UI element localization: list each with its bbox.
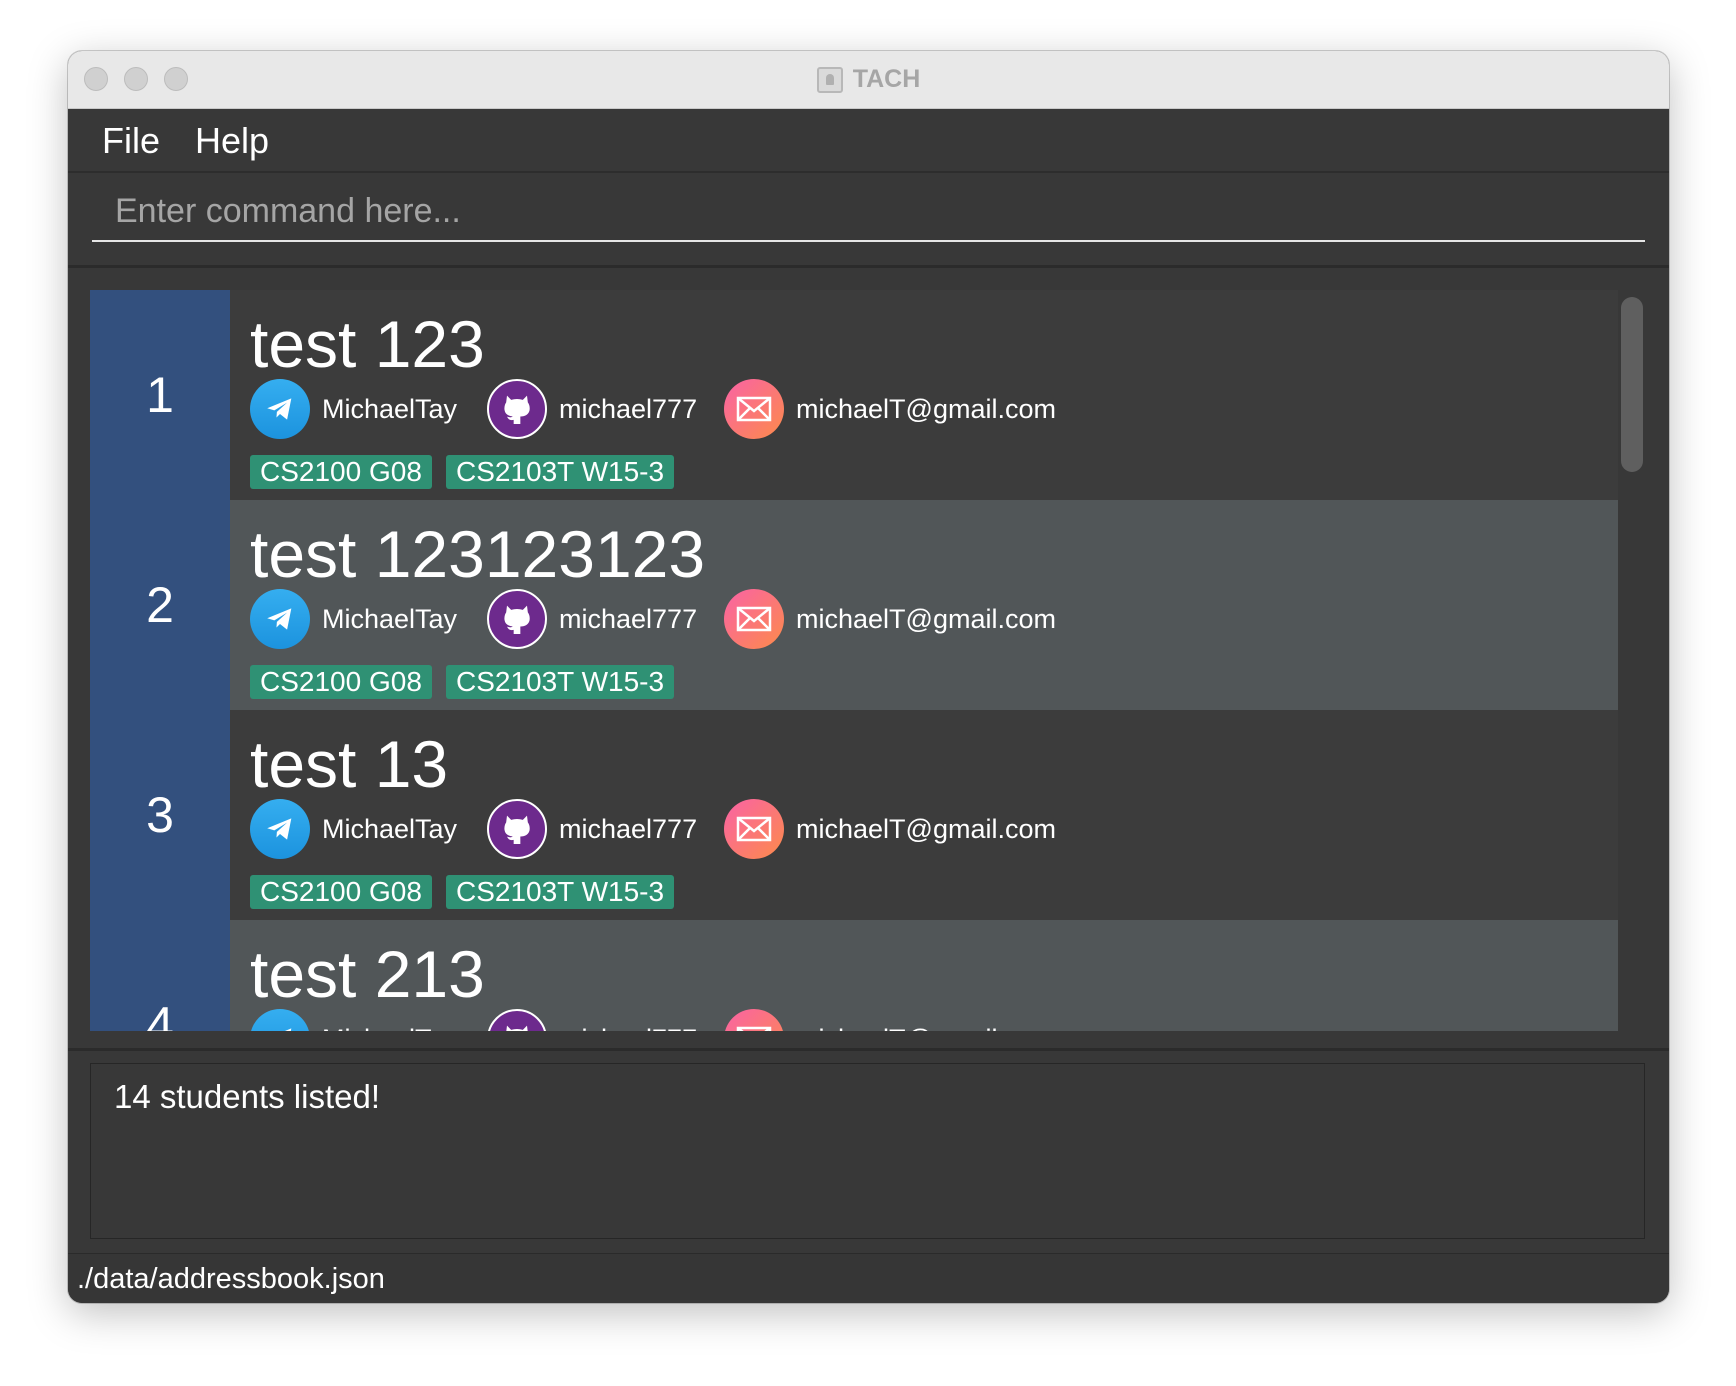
telegram-handle: MichaelTay (322, 813, 458, 844)
menu-help[interactable]: Help (195, 109, 269, 173)
student-card[interactable]: 1 test 123 MichaelTay michael777 michaelT@gm… (90, 290, 1618, 500)
student-name: test 123123123 (250, 517, 706, 591)
email-icon (724, 1009, 784, 1031)
scrollbar-thumb[interactable] (1621, 297, 1643, 472)
email-address: michaelT@gmail.com (796, 1024, 1056, 1032)
email-contact: michaelT@gmail.com (724, 1009, 1056, 1031)
student-index: 1 (90, 290, 230, 500)
save-file-path: ./data/addressbook.json (77, 1263, 385, 1295)
menu-file[interactable]: File (102, 109, 160, 173)
person-card-icon (816, 66, 843, 93)
telegram-icon (250, 379, 310, 439)
status-bar: ./data/addressbook.json (68, 1253, 1669, 1303)
telegram-icon (250, 799, 310, 859)
github-contact: michael777 (487, 1009, 697, 1031)
github-username: michael777 (559, 603, 698, 634)
telegram-contact: MichaelTay (250, 799, 457, 859)
telegram-handle: MichaelTay (322, 393, 458, 424)
student-card[interactable]: 2 test 123123123 MichaelTay michael777 micha… (90, 500, 1618, 710)
email-contact: michaelT@gmail.com (724, 799, 1056, 859)
tag: CS2103T W15-3 (446, 875, 675, 909)
github-username: michael777 (559, 813, 698, 844)
app-window: TACH File Help 1 test 123 MichaelTay michae… (68, 51, 1669, 1303)
github-contact: michael777 (487, 589, 697, 649)
github-username: michael777 (559, 393, 698, 424)
student-name: test 213 (250, 937, 485, 1011)
github-icon (487, 799, 547, 859)
window-title-group: TACH (68, 51, 1669, 108)
email-address: michaelT@gmail.com (796, 603, 1056, 634)
telegram-handle: MichaelTay (322, 1024, 457, 1032)
github-icon (487, 1009, 547, 1031)
email-contact: michaelT@gmail.com (724, 379, 1056, 439)
telegram-icon (250, 1009, 310, 1031)
github-icon (487, 589, 547, 649)
divider (68, 265, 1669, 268)
student-index: 2 (90, 500, 230, 710)
tag: CS2100 G08 (250, 665, 432, 699)
email-icon (724, 799, 784, 859)
tag: CS2100 G08 (250, 875, 432, 909)
command-box (92, 183, 1645, 242)
telegram-contact: MichaelTay (250, 379, 457, 439)
email-address: michaelT@gmail.com (796, 393, 1056, 424)
student-index: 3 (90, 710, 230, 920)
command-input[interactable] (92, 183, 1645, 240)
telegram-handle: MichaelTay (322, 603, 458, 634)
email-address: michaelT@gmail.com (796, 813, 1056, 844)
tag: CS2100 G08 (250, 455, 432, 489)
telegram-contact: MichaelTay (250, 1009, 457, 1031)
telegram-icon (250, 589, 310, 649)
telegram-contact: MichaelTay (250, 589, 457, 649)
github-username: michael777 (559, 1024, 697, 1032)
student-index: 4 (90, 920, 230, 1031)
result-message: 14 students listed! (114, 1078, 380, 1115)
student-name: test 123 (250, 307, 485, 381)
title-bar: TACH (68, 51, 1669, 109)
student-name: test 13 (250, 727, 449, 801)
email-icon (724, 589, 784, 649)
divider (68, 1048, 1669, 1051)
email-icon (724, 379, 784, 439)
github-contact: michael777 (487, 799, 697, 859)
github-contact: michael777 (487, 379, 697, 439)
window-title: TACH (852, 65, 921, 93)
github-icon (487, 379, 547, 439)
menu-bar: File Help (68, 109, 1669, 173)
student-card[interactable]: 3 test 13 MichaelTay michael777 michaelT@gma… (90, 710, 1618, 920)
tag: CS2103T W15-3 (446, 665, 675, 699)
tag: CS2103T W15-3 (446, 455, 675, 489)
email-contact: michaelT@gmail.com (724, 589, 1056, 649)
student-card[interactable]: 4 test 213 MichaelTay michael777 michaelT@gm… (90, 920, 1618, 1031)
student-list[interactable]: 1 test 123 MichaelTay michael777 michaelT@gm… (90, 290, 1618, 1031)
result-display: 14 students listed! (90, 1063, 1645, 1239)
